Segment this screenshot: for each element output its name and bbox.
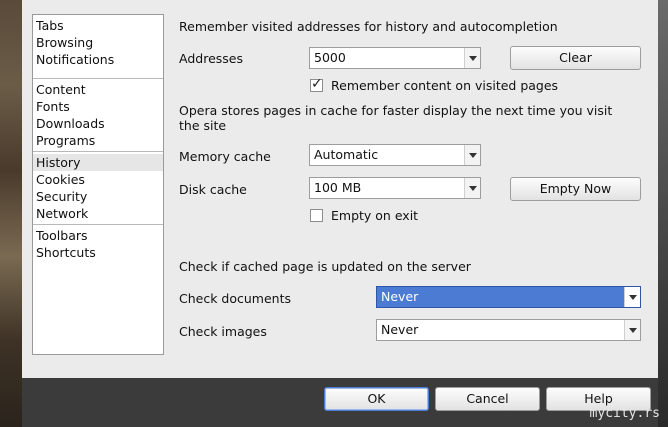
memory-cache-label: Memory cache: [179, 149, 271, 164]
chevron-down-icon: [464, 178, 480, 198]
sidebar-item-fonts[interactable]: Fonts: [33, 98, 163, 115]
check-documents-label: Check documents: [179, 291, 292, 306]
sidebar-item-toolbars[interactable]: Toolbars: [33, 227, 163, 244]
sidebar-group: Tabs Browsing Notifications: [33, 15, 163, 79]
sidebar-item-shortcuts[interactable]: Shortcuts: [33, 244, 163, 261]
cache-heading: Opera stores pages in cache for faster d…: [179, 103, 613, 133]
sidebar-item-tabs[interactable]: Tabs: [33, 17, 163, 34]
preferences-sidebar: Tabs Browsing Notifications Content Font…: [32, 14, 164, 355]
sidebar-item-programs[interactable]: Programs: [33, 132, 163, 149]
memory-cache-value: Automatic: [314, 147, 379, 162]
sidebar-item-browsing[interactable]: Browsing: [33, 34, 163, 51]
history-panel: Tabs Browsing Notifications Content Font…: [22, 0, 658, 379]
remember-content-label: Remember content on visited pages: [331, 78, 559, 93]
disk-cache-value: 100 MB: [314, 180, 362, 195]
sidebar-group: History Cookies Security Network: [33, 152, 163, 225]
sidebar-item-cookies[interactable]: Cookies: [33, 171, 163, 188]
check-images-value: Never: [381, 322, 419, 337]
chevron-down-icon: [464, 145, 480, 165]
clear-button[interactable]: Clear: [510, 46, 641, 70]
sidebar-group: Content Fonts Downloads Programs: [33, 79, 163, 152]
check-images-dropdown[interactable]: Never: [376, 319, 641, 341]
desktop-background: [0, 0, 22, 427]
history-heading: Remember visited addresses for history a…: [179, 19, 558, 34]
dialog-footer: OK Cancel Help: [22, 378, 658, 427]
check-heading: Check if cached page is updated on the s…: [179, 259, 471, 274]
check-documents-dropdown[interactable]: Never: [376, 286, 641, 308]
sidebar-item-network[interactable]: Network: [33, 205, 163, 222]
addresses-label: Addresses: [179, 51, 243, 66]
memory-cache-dropdown[interactable]: Automatic: [309, 144, 481, 166]
ok-button[interactable]: OK: [324, 387, 429, 411]
chevron-down-icon: [624, 320, 640, 340]
remember-content-checkbox[interactable]: [310, 76, 323, 92]
preferences-dialog: Tabs Browsing Notifications Content Font…: [22, 0, 658, 427]
empty-on-exit-label: Empty on exit: [331, 208, 419, 223]
check-documents-value: Never: [381, 289, 419, 304]
empty-now-button[interactable]: Empty Now: [510, 177, 641, 201]
cancel-button[interactable]: Cancel: [435, 387, 540, 411]
chevron-down-icon: [624, 287, 640, 307]
disk-cache-label: Disk cache: [179, 182, 247, 197]
disk-cache-dropdown[interactable]: 100 MB: [309, 177, 481, 199]
sidebar-item-content[interactable]: Content: [33, 81, 163, 98]
addresses-value: 5000: [314, 50, 346, 65]
sidebar-item-downloads[interactable]: Downloads: [33, 115, 163, 132]
chevron-down-icon: [464, 48, 480, 68]
desktop-edge: [658, 0, 668, 427]
empty-on-exit-checkbox[interactable]: [310, 209, 323, 222]
sidebar-item-security[interactable]: Security: [33, 188, 163, 205]
check-images-label: Check images: [179, 324, 267, 339]
sidebar-group: Toolbars Shortcuts: [33, 225, 163, 264]
sidebar-item-notifications[interactable]: Notifications: [33, 51, 163, 68]
sidebar-item-history[interactable]: History: [33, 154, 163, 171]
watermark-text: mycity.rs: [589, 406, 660, 421]
addresses-dropdown[interactable]: 5000: [309, 47, 481, 69]
